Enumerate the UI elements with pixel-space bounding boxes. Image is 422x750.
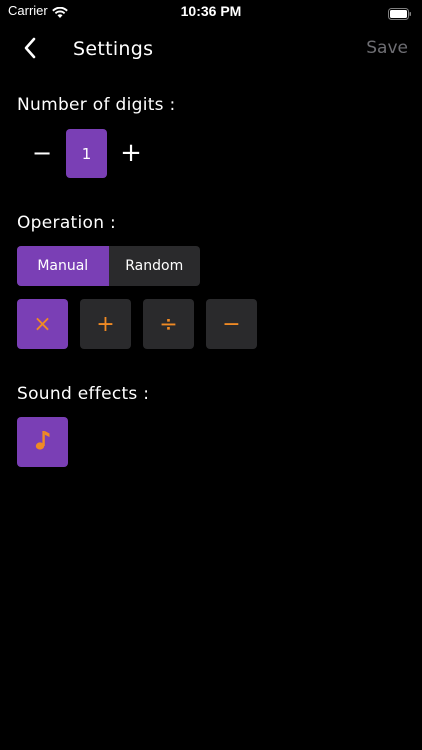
sound-effects-label: Sound effects : xyxy=(17,384,150,404)
subtract-button[interactable]: − xyxy=(206,299,257,349)
status-time: 10:36 PM xyxy=(180,3,242,19)
add-button[interactable]: + xyxy=(80,299,131,349)
mode-manual-button[interactable]: Manual xyxy=(17,246,109,286)
battery-icon xyxy=(388,5,412,24)
back-button[interactable] xyxy=(16,36,44,64)
multiply-button[interactable]: × xyxy=(17,299,68,349)
digits-value: 1 xyxy=(66,129,107,178)
navigation-bar: Settings Save xyxy=(0,28,422,72)
increment-button[interactable]: + xyxy=(117,138,145,168)
page-title: Settings xyxy=(73,38,154,60)
operation-mode-selector: Manual Random xyxy=(17,246,200,286)
mode-random-button[interactable]: Random xyxy=(109,246,201,286)
sound-effects-toggle[interactable] xyxy=(17,417,68,467)
music-note-icon xyxy=(35,429,51,455)
operation-label: Operation : xyxy=(17,213,117,233)
decrement-button[interactable]: − xyxy=(28,138,56,168)
save-button[interactable]: Save xyxy=(366,38,408,58)
digits-label: Number of digits : xyxy=(17,95,176,115)
chevron-left-icon xyxy=(23,37,37,63)
divide-button[interactable]: ÷ xyxy=(143,299,194,349)
status-bar: Carrier 10:36 PM xyxy=(0,0,422,24)
